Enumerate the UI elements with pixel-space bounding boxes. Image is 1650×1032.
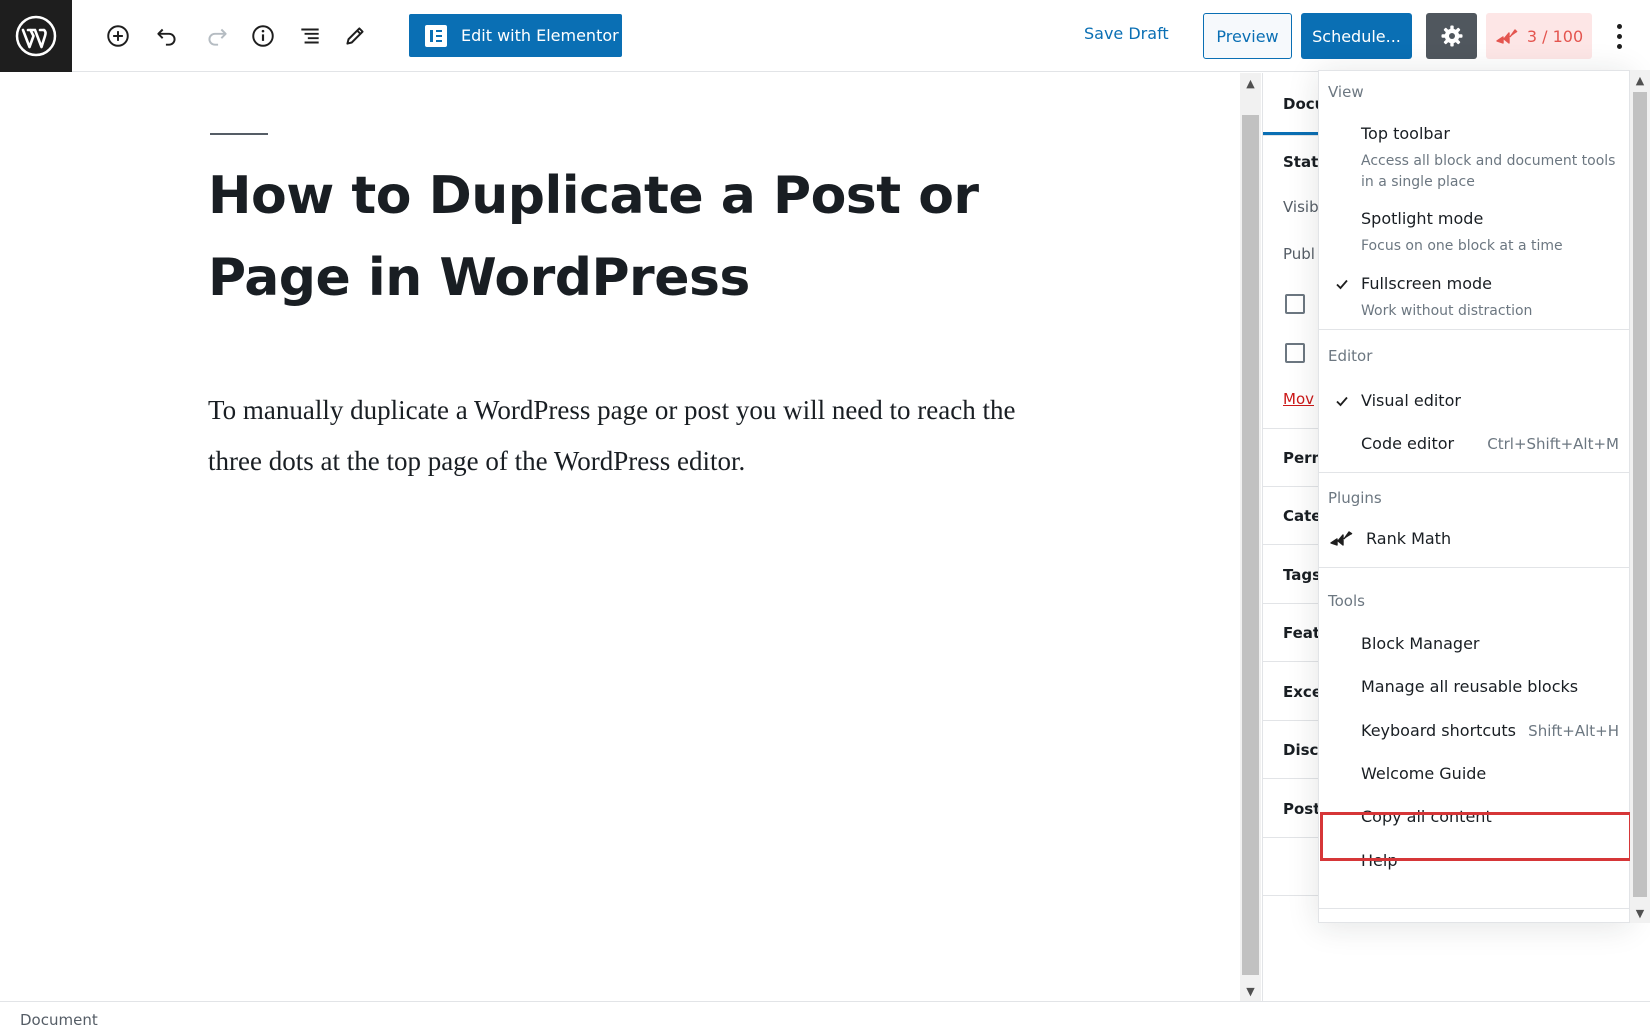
menu-group-tools: Tools: [1328, 592, 1365, 610]
rank-math-score-button[interactable]: 3 / 100: [1486, 13, 1592, 59]
menu-group-plugins: Plugins: [1328, 489, 1382, 507]
more-options-icon[interactable]: [1604, 18, 1634, 54]
copy-all-content-highlight: [1320, 812, 1632, 861]
editor-scrollbar[interactable]: ▲ ▼: [1240, 73, 1261, 1001]
menu-separator: [1319, 472, 1629, 473]
menu-scroll-down-icon[interactable]: ▼: [1630, 903, 1650, 923]
menu-separator: [1319, 567, 1629, 568]
info-icon[interactable]: [245, 18, 281, 54]
scroll-up-icon[interactable]: ▲: [1240, 73, 1261, 93]
menu-separator: [1319, 329, 1629, 330]
redo-icon: [199, 18, 235, 54]
title-separator: [210, 133, 268, 135]
save-draft-button[interactable]: Save Draft: [1084, 24, 1169, 43]
gear-icon: [1441, 25, 1462, 47]
wordpress-logo-icon[interactable]: [0, 0, 72, 72]
rank-math-icon: [1496, 29, 1518, 44]
breadcrumb-document[interactable]: Document: [20, 1011, 98, 1029]
code-editor-shortcut: Ctrl+Shift+Alt+M: [1487, 435, 1619, 453]
list-view-icon[interactable]: [292, 18, 328, 54]
schedule-button[interactable]: Schedule...: [1301, 13, 1412, 59]
menu-scrollbar[interactable]: ▲ ▼: [1630, 70, 1650, 923]
sidebar-publish-label: Publ: [1283, 245, 1315, 263]
more-tools-menu: View Top toolbar Access all block and do…: [1318, 70, 1630, 923]
undo-icon[interactable]: [149, 18, 185, 54]
editor-canvas[interactable]: How to Duplicate a Post or Page in WordP…: [0, 73, 1240, 1001]
post-title[interactable]: How to Duplicate a Post or Page in WordP…: [208, 155, 1028, 319]
keyboard-shortcuts-key: Shift+Alt+H: [1528, 722, 1619, 740]
menu-scrollbar-thumb[interactable]: [1633, 92, 1647, 897]
menu-scroll-up-icon[interactable]: ▲: [1630, 70, 1650, 90]
add-block-icon[interactable]: [100, 18, 136, 54]
paragraph-block[interactable]: To manually duplicate a WordPress page o…: [208, 385, 1028, 487]
sidebar-visibility-label: Visib: [1283, 198, 1319, 216]
menu-group-editor: Editor: [1328, 347, 1373, 365]
rank-math-icon: [1330, 531, 1353, 546]
checkmark-icon: [1336, 279, 1348, 290]
menu-separator: [1319, 908, 1629, 909]
move-to-trash-link[interactable]: Mov: [1283, 390, 1314, 408]
sidebar-checkbox[interactable]: [1285, 294, 1305, 314]
elementor-icon: [425, 24, 447, 47]
preview-button[interactable]: Preview: [1203, 13, 1292, 59]
settings-button[interactable]: [1426, 13, 1477, 59]
sidebar-excerpt-panel[interactable]: Exce: [1283, 683, 1322, 701]
sidebar-checkbox[interactable]: [1285, 343, 1305, 363]
edit-tools-icon[interactable]: [337, 18, 373, 54]
sidebar-post-panel[interactable]: Post: [1283, 800, 1320, 818]
rank-math-score: 3 / 100: [1526, 26, 1584, 46]
checkmark-icon: [1336, 396, 1348, 407]
elementor-button-label: Edit with Elementor: [461, 26, 619, 45]
scroll-down-icon[interactable]: ▼: [1240, 981, 1261, 1001]
edit-with-elementor-button[interactable]: Edit with Elementor: [409, 14, 622, 57]
sidebar-tags-panel[interactable]: Tags: [1283, 566, 1321, 584]
sidebar-categories-panel[interactable]: Cate: [1283, 507, 1321, 525]
editor-scrollbar-thumb[interactable]: [1242, 115, 1259, 975]
top-toolbar: Edit with Elementor Save Draft Preview S…: [0, 0, 1650, 72]
block-breadcrumb-bar: Document: [0, 1001, 1650, 1032]
menu-group-view: View: [1328, 83, 1364, 101]
